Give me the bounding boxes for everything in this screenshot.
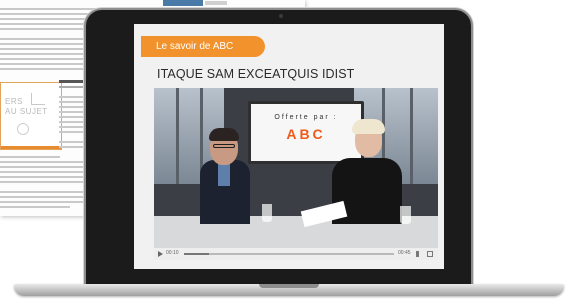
document-infobox: ERS AU SUJET — [0, 82, 62, 150]
document-tag — [163, 0, 203, 6]
chart-icon — [31, 93, 45, 105]
window-mullion — [176, 88, 179, 184]
document-tag-secondary — [205, 1, 227, 5]
laptop-screen: Le savoir de ABC ITAQUE SAM EXCEATQUIS I… — [134, 24, 444, 269]
presenter-left-hair — [209, 128, 239, 141]
text-line — [0, 156, 60, 158]
text-line — [0, 166, 92, 168]
scene: ERS AU SUJET Le savoir de ABC ITAQUE SAM… — [0, 0, 576, 300]
seek-bar[interactable] — [184, 253, 394, 255]
laptop-base — [14, 284, 564, 296]
text-line — [0, 176, 86, 178]
sponsor-brand: ABC — [286, 126, 326, 142]
volume-icon[interactable] — [416, 251, 422, 257]
section-label: Le savoir de ABC — [141, 36, 265, 57]
webcam-icon — [279, 14, 283, 18]
infobox-accent — [1, 146, 61, 149]
sponsor-caption: Offerte par : — [274, 114, 338, 121]
text-line — [0, 196, 90, 198]
total-duration: 00:45 — [398, 250, 411, 256]
video-player[interactable]: Offerte par : ABC 00:10 00:45 — [154, 88, 438, 260]
lightbulb-icon — [17, 123, 29, 135]
fullscreen-icon[interactable] — [427, 251, 433, 257]
video-controls: 00:10 00:45 — [154, 248, 438, 260]
text-line — [0, 201, 96, 203]
play-icon[interactable] — [158, 251, 163, 257]
water-glass — [400, 206, 411, 224]
text-line — [0, 161, 96, 163]
infobox-text-bottom: AU SUJET — [5, 107, 48, 116]
water-glass — [262, 204, 272, 222]
slide-headline: ITAQUE SAM EXCEATQUIS IDIST — [157, 67, 355, 81]
text-line — [0, 206, 70, 208]
seek-bar-progress — [184, 253, 210, 255]
current-time: 00:10 — [166, 250, 179, 256]
infobox-text-top: ERS — [5, 97, 23, 106]
laptop-hinge-notch — [259, 284, 319, 288]
text-line — [0, 191, 94, 193]
glasses-icon — [213, 144, 235, 148]
sponsor-screen: Offerte par : ABC — [248, 101, 364, 164]
window-mullion — [410, 88, 413, 184]
text-line — [0, 181, 96, 183]
presenter-right-hair — [352, 119, 385, 134]
